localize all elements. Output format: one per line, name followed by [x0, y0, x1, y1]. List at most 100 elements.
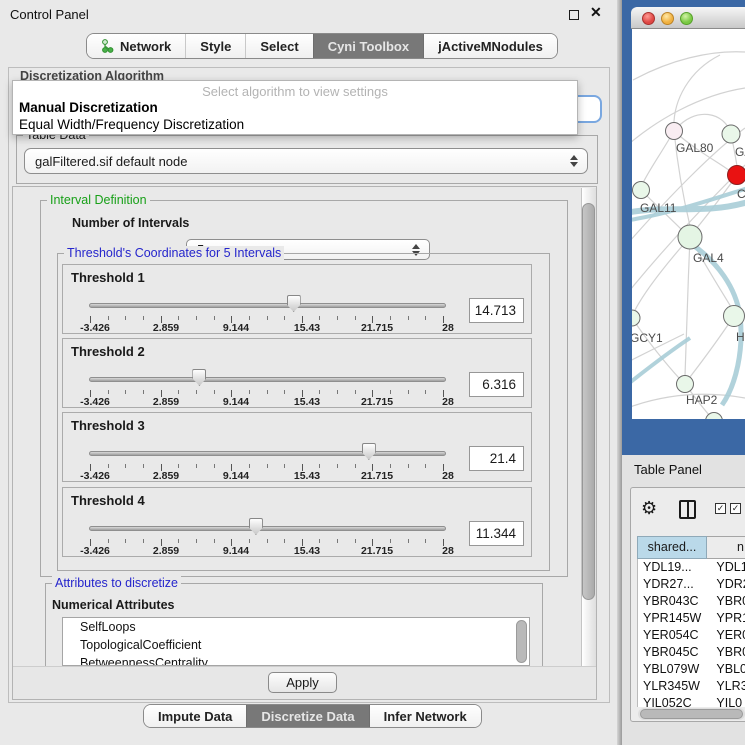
node-gcy1 — [632, 310, 640, 326]
threshold-value-field[interactable]: 6.316 — [469, 372, 524, 397]
tick-label: 2.859 — [144, 470, 188, 482]
dropdown-option-manual[interactable]: Manual Discretization — [19, 100, 158, 115]
list-item[interactable]: SelfLoops — [63, 618, 529, 636]
cell: YBR045C — [638, 644, 707, 661]
horizontal-scrollbar-thumb[interactable] — [640, 709, 743, 719]
network-view-canvas[interactable]: GAL80 GA C GAL11 GAL4 GCY1 H HAP2 — [632, 29, 745, 419]
split-columns-icon[interactable] — [679, 500, 696, 519]
list-item[interactable]: TopologicalCoefficient — [63, 636, 529, 654]
attributes-group-title: Attributes to discretize — [52, 576, 181, 590]
table-row[interactable]: YLR345WYLR3 — [638, 678, 745, 695]
slider-thumb[interactable] — [362, 443, 376, 460]
threshold-value-field[interactable]: 14.713 — [469, 298, 524, 323]
table-row[interactable]: YDL19...YDL1 — [638, 559, 745, 576]
vertical-scrollbar-thumb[interactable] — [582, 203, 595, 600]
apply-button[interactable]: Apply — [268, 672, 337, 693]
threshold-3-panel: Threshold 3 -3.426 2.859 9.144 15.43 21.… — [62, 412, 532, 482]
tab-style[interactable]: Style — [185, 34, 245, 58]
threshold-value-field[interactable]: 11.344 — [469, 521, 524, 546]
network-icon — [101, 39, 114, 53]
control-panel-tabbar: Network Style Select Cyni Toolbox jActiv… — [86, 33, 558, 59]
cell: YLR3 — [707, 678, 745, 695]
table-row[interactable]: YBR045CYBR0 — [638, 644, 745, 661]
tick-label: 15.43 — [285, 322, 329, 334]
slider-track[interactable] — [89, 303, 446, 308]
node-gal11 — [633, 182, 650, 199]
minimize-traffic-light-icon[interactable] — [661, 12, 674, 25]
slider-track[interactable] — [89, 451, 446, 456]
tab-jactivemnodules[interactable]: jActiveMNodules — [423, 34, 557, 58]
threshold-1-panel: Threshold 1 -3.426 2.859 9.144 15.43 21.… — [62, 264, 532, 334]
table-row[interactable]: YBL079WYBL0 — [638, 661, 745, 678]
tick-label: 15.43 — [285, 396, 329, 408]
slider-thumb[interactable] — [249, 518, 263, 535]
cell: YBL0 — [707, 661, 745, 678]
node-red-selected — [728, 166, 745, 185]
cell: YBL079W — [638, 661, 707, 678]
tab-network[interactable]: Network — [87, 34, 185, 58]
tick-label: 9.144 — [214, 322, 258, 334]
slider-track[interactable] — [89, 377, 446, 382]
tab-select[interactable]: Select — [245, 34, 312, 58]
numerical-attributes-label: Numerical Attributes — [52, 598, 174, 612]
column-header-shared-name[interactable]: shared... — [637, 536, 707, 559]
node-right — [724, 306, 745, 327]
table-data-combobox[interactable]: galFiltered.sif default node — [24, 148, 588, 174]
threshold-label: Threshold 2 — [71, 344, 145, 359]
dropdown-hint: Select algorithm to view settings — [13, 84, 577, 99]
checkbox-icon[interactable]: ✓ — [730, 503, 741, 514]
list-item[interactable]: BetweennessCentrality — [63, 654, 529, 666]
zoom-traffic-light-icon[interactable] — [680, 12, 693, 25]
threshold-4-panel: Threshold 4 -3.426 2.859 9.144 15.43 21.… — [62, 487, 532, 557]
threshold-value-field[interactable]: 21.4 — [469, 446, 524, 471]
interval-definition-title: Interval Definition — [47, 193, 150, 207]
dropdown-option-equal-width[interactable]: Equal Width/Frequency Discretization — [19, 117, 244, 132]
number-of-intervals-label: Number of Intervals — [72, 216, 189, 230]
checkbox-icon[interactable]: ✓ — [715, 503, 726, 514]
threshold-label: Threshold 4 — [71, 493, 145, 508]
tick-label: 2.859 — [144, 545, 188, 557]
table-row[interactable]: YER054CYER0 — [638, 627, 745, 644]
tick-label: 9.144 — [214, 470, 258, 482]
tick-label: 28 — [426, 545, 470, 557]
list-scrollbar-thumb[interactable] — [516, 620, 527, 663]
thresholds-group-title: Threshold's Coordinates for 5 Intervals — [64, 246, 284, 260]
bottom-tabbar: Impute Data Discretize Data Infer Networ… — [143, 704, 482, 728]
close-icon[interactable]: ✕ — [590, 4, 602, 21]
node-label: C — [737, 187, 745, 201]
tick-label: 9.144 — [214, 396, 258, 408]
tick-label: 2.859 — [144, 396, 188, 408]
tab-label: Infer Network — [384, 709, 467, 724]
gear-icon[interactable]: ⚙ — [641, 498, 657, 519]
slider-thumb[interactable] — [192, 369, 206, 386]
slider-scale: -3.426 2.859 9.144 15.43 21.715 28 — [90, 545, 444, 556]
table-row[interactable]: YBR043CYBR0 — [638, 593, 745, 610]
slider-thumb[interactable] — [287, 295, 301, 312]
cell: YIL052C — [638, 695, 707, 707]
column-header-name[interactable]: n — [707, 536, 745, 559]
network-window-titlebar[interactable] — [631, 7, 745, 29]
tab-discretize-data[interactable]: Discretize Data — [246, 705, 368, 727]
threshold-2-panel: Threshold 2 -3.426 2.859 9.144 15.43 21.… — [62, 338, 532, 408]
table-row[interactable]: YPR145WYPR1 — [638, 610, 745, 627]
cell: YPR1 — [707, 610, 745, 627]
network-graph: GAL80 GA C GAL11 GAL4 GCY1 H HAP2 — [632, 29, 745, 419]
close-traffic-light-icon[interactable] — [642, 12, 655, 25]
tick-label: 15.43 — [285, 545, 329, 557]
float-window-icon[interactable] — [569, 10, 579, 20]
table-rows[interactable]: YDL19...YDL1 YDR27...YDR2 YBR043CYBR0 YP… — [637, 559, 745, 707]
tab-infer-network[interactable]: Infer Network — [369, 705, 481, 727]
tab-cyni-toolbox[interactable]: Cyni Toolbox — [313, 34, 423, 58]
cell: YER054C — [638, 627, 707, 644]
cell: YBR043C — [638, 593, 707, 610]
table-row[interactable]: YIL052CYIL0 — [638, 695, 745, 707]
table-header-row: shared... n — [637, 536, 745, 559]
table-row[interactable]: YDR27...YDR2 — [638, 576, 745, 593]
numerical-attributes-list[interactable]: SelfLoops TopologicalCoefficient Between… — [62, 617, 530, 666]
tab-impute-data[interactable]: Impute Data — [144, 705, 246, 727]
slider-track[interactable] — [89, 526, 446, 531]
tick-label: 21.715 — [355, 322, 399, 334]
node-label: GAL80 — [676, 141, 714, 155]
slider-scale: -3.426 2.859 9.144 15.43 21.715 28 — [90, 396, 444, 407]
node-gal80 — [666, 123, 683, 140]
